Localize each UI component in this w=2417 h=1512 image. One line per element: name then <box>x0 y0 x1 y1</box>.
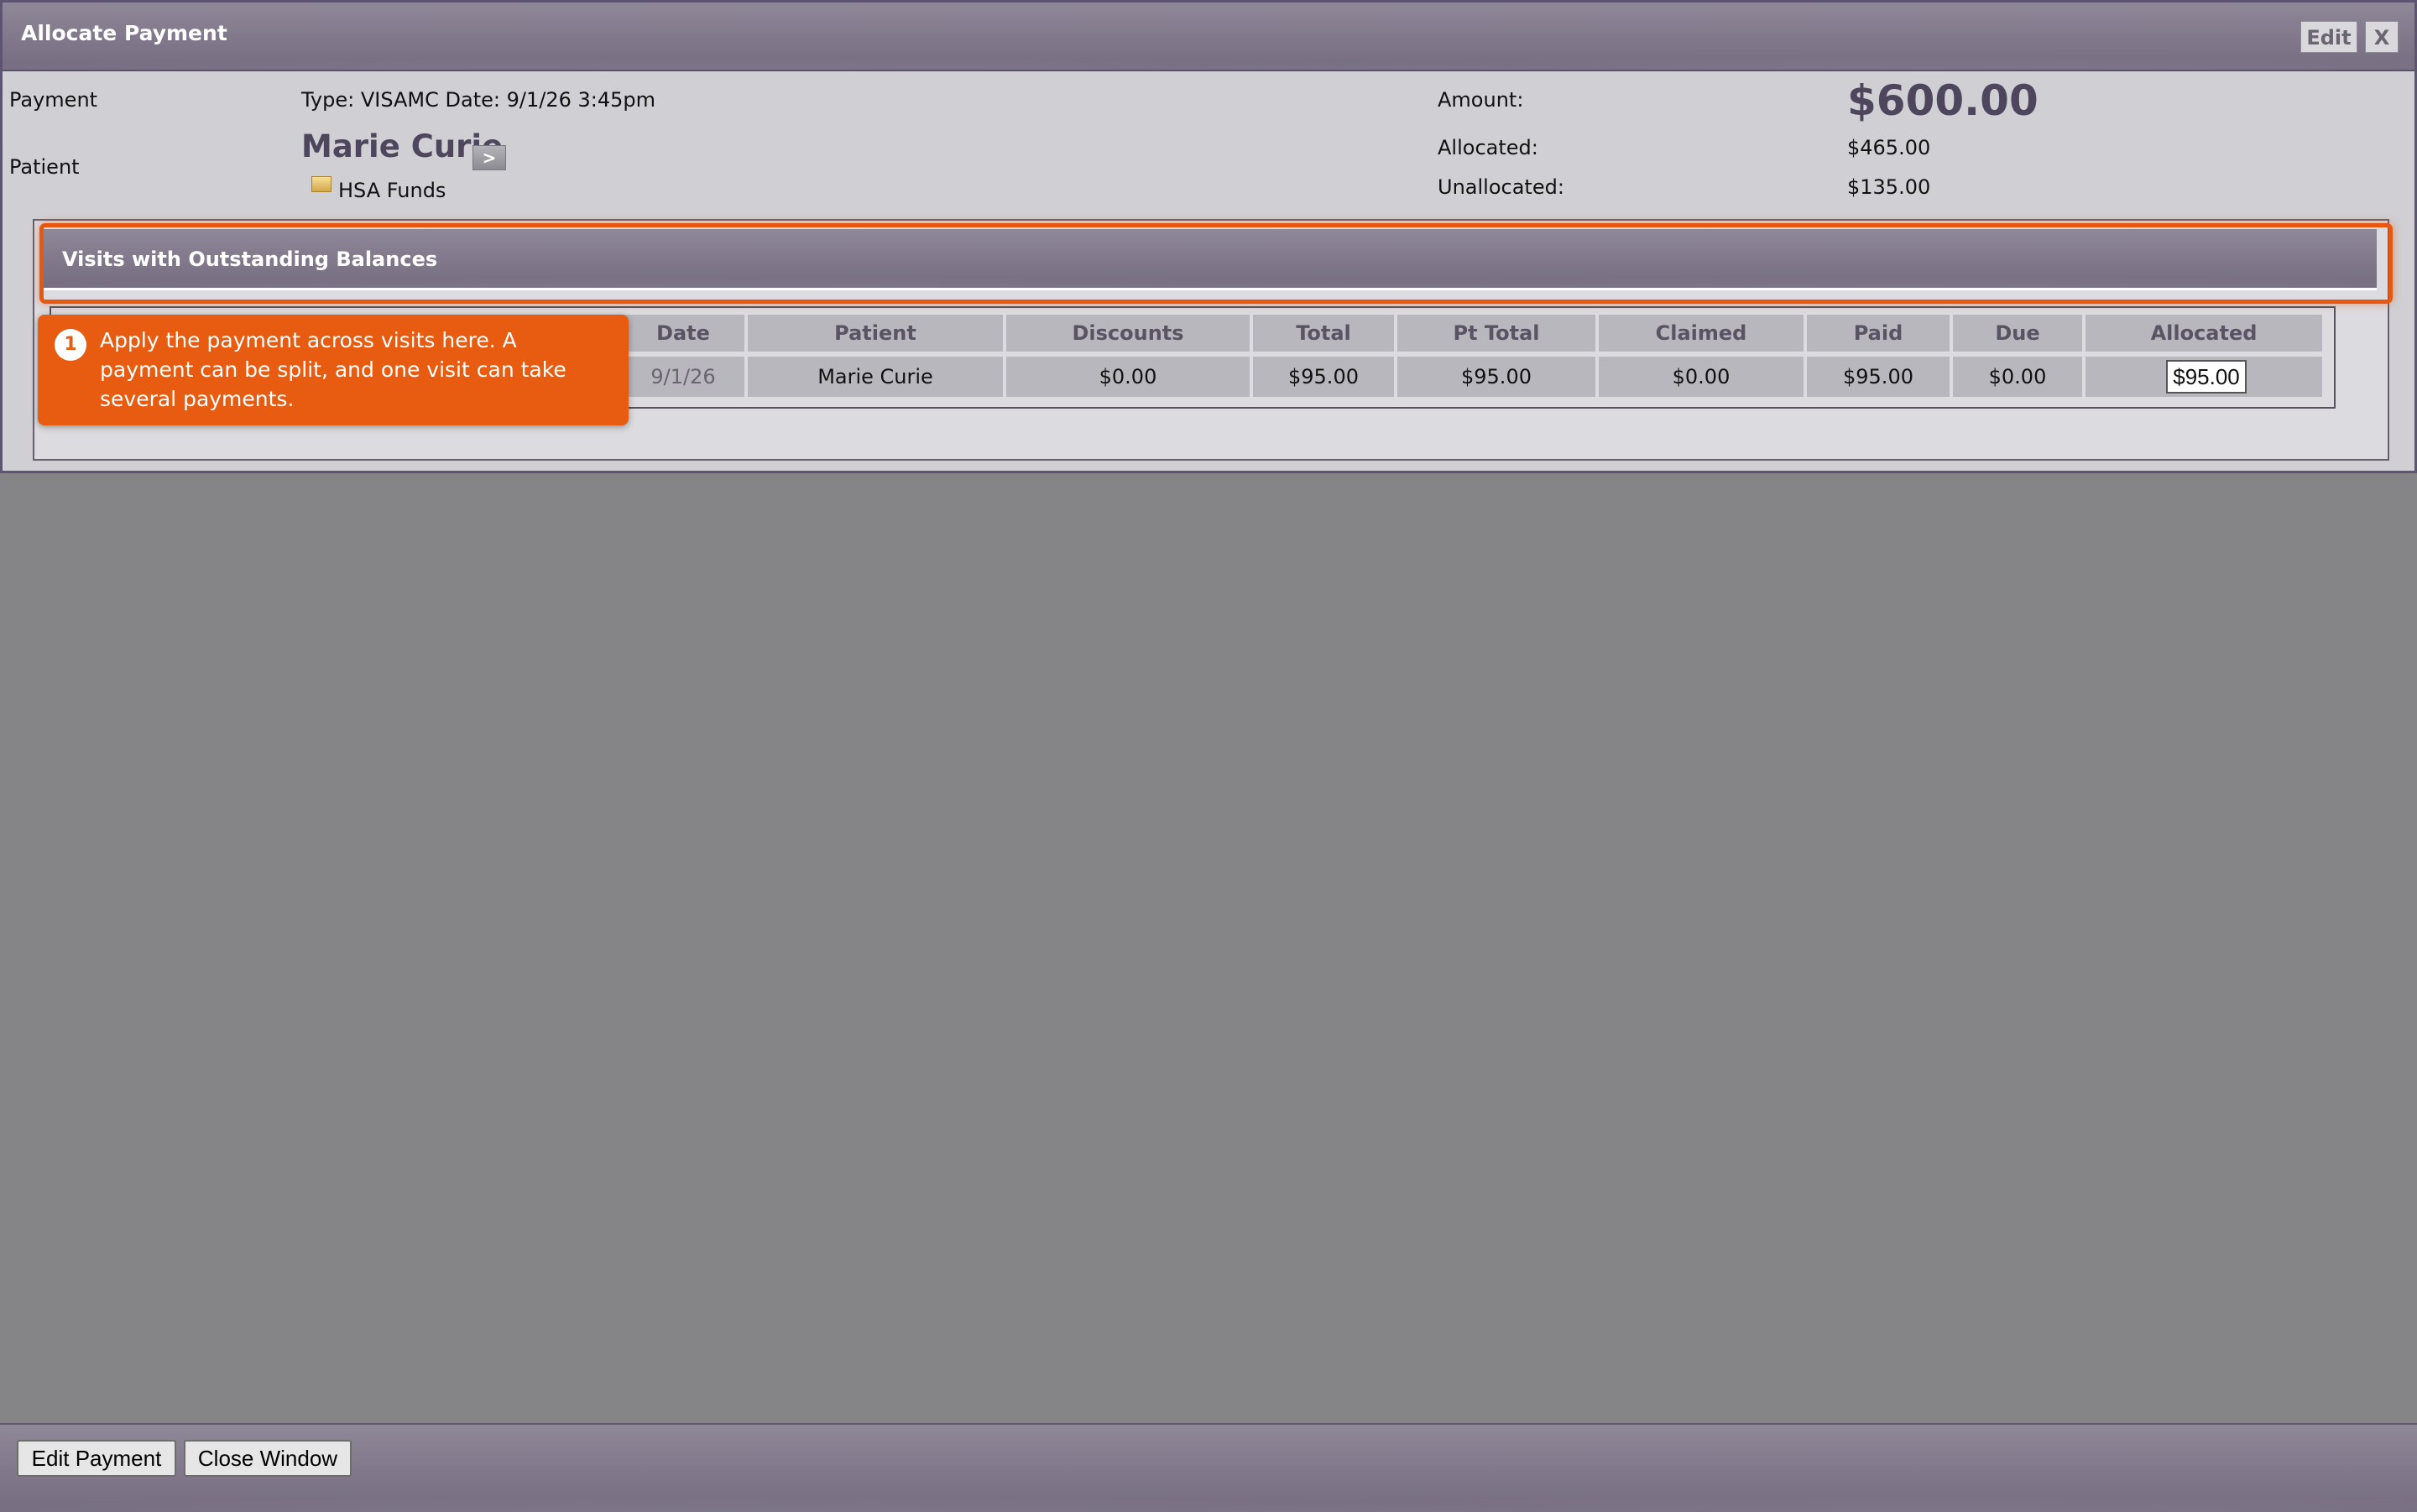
allocate-payment-dialog: Allocate Payment Edit X Payment Type: VI… <box>0 0 2417 473</box>
cell-due: $0.00 <box>1953 357 2082 397</box>
allocated-amount-input[interactable] <box>2166 360 2247 394</box>
tour-tooltip-text: Apply the payment across visits here. A … <box>100 328 566 411</box>
amount-value: $600.00 <box>1847 76 2039 125</box>
tour-highlight <box>39 223 2393 304</box>
column-header-total[interactable]: Total <box>1253 315 1394 352</box>
dialog-titlebar: Allocate Payment Edit X <box>3 3 2414 71</box>
column-header-date[interactable]: Date <box>622 315 744 352</box>
cell-total: $95.00 <box>1253 357 1394 397</box>
cell-claimed: $0.00 <box>1599 357 1804 397</box>
allocated-label: Allocated: <box>1438 136 1538 159</box>
column-header-pt-total[interactable]: Pt Total <box>1397 315 1595 352</box>
payment-info: Type: VISAMC Date: 9/1/26 3:45pm <box>301 88 655 112</box>
cell-pt-total: $95.00 <box>1397 357 1595 397</box>
open-patient-button[interactable]: > <box>472 145 506 170</box>
allocated-value: $465.00 <box>1847 136 1931 159</box>
column-header-due[interactable]: Due <box>1953 315 2082 352</box>
edit-payment-button[interactable]: Edit Payment <box>17 1440 176 1477</box>
patient-label: Patient <box>9 155 80 179</box>
tour-step-badge: 1 <box>55 329 86 361</box>
unallocated-label: Unallocated: <box>1438 175 1564 199</box>
folder-icon <box>311 176 331 192</box>
cell-patient: Marie Curie <box>748 357 1003 397</box>
column-header-allocated[interactable]: Allocated <box>2086 315 2322 352</box>
column-header-paid[interactable]: Paid <box>1807 315 1950 352</box>
dialog-title: Allocate Payment <box>21 21 227 45</box>
unallocated-value: $135.00 <box>1847 175 1931 199</box>
cell-date: 9/1/26 <box>622 357 744 397</box>
edit-button[interactable]: Edit <box>2300 21 2357 53</box>
payment-label: Payment <box>9 88 98 112</box>
column-header-patient[interactable]: Patient <box>748 315 1003 352</box>
cell-discounts: $0.00 <box>1006 357 1250 397</box>
close-dialog-button[interactable]: X <box>2365 21 2399 53</box>
column-header-claimed[interactable]: Claimed <box>1599 315 1804 352</box>
cell-paid: $95.00 <box>1807 357 1950 397</box>
hsa-funds-label: HSA Funds <box>338 179 446 202</box>
column-header-discounts[interactable]: Discounts <box>1006 315 1250 352</box>
close-window-button[interactable]: Close Window <box>184 1440 352 1477</box>
amount-label: Amount: <box>1438 88 1524 112</box>
tour-tooltip: 1 Apply the payment across visits here. … <box>38 315 629 425</box>
footer-bar <box>0 1423 2417 1512</box>
